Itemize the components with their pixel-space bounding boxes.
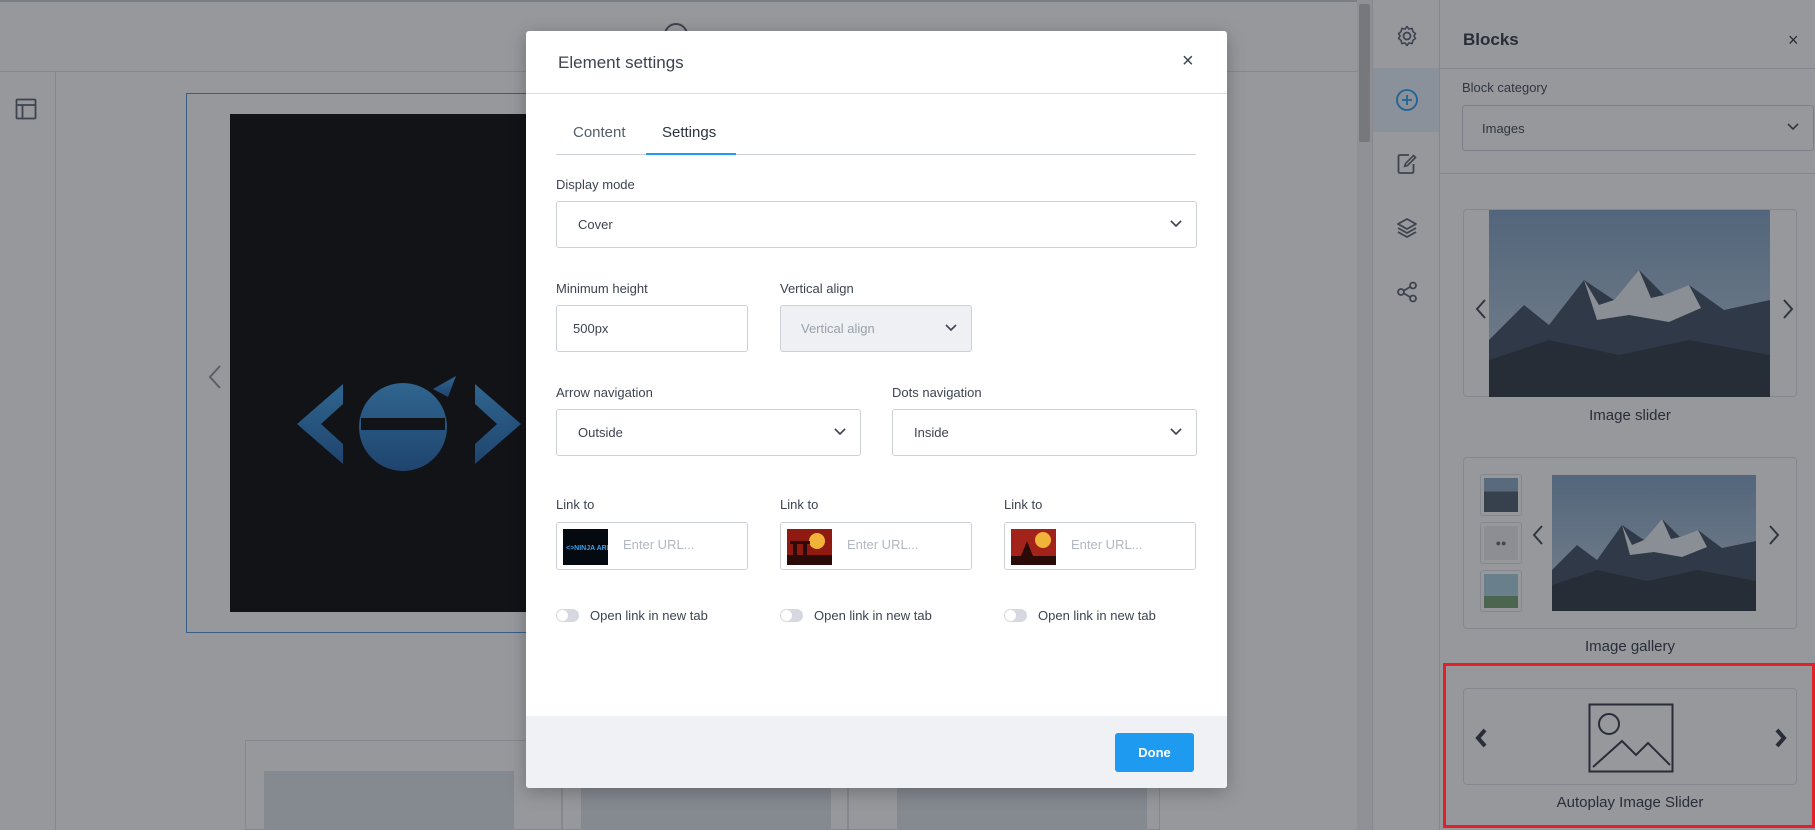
min-height-value: 500px [573,321,609,336]
url-placeholder: Enter URL... [623,537,695,552]
svg-text:<>NINJA ARM: <>NINJA ARM [566,545,608,552]
open-new-tab-label: Open link in new tab [590,608,708,623]
min-height-input[interactable]: 500px [556,305,748,352]
display-mode-label: Display mode [556,177,635,192]
chevron-down-icon [834,427,846,436]
highlight-box [1443,663,1815,828]
url-placeholder: Enter URL... [847,537,919,552]
vertical-align-select[interactable]: Vertical align [780,305,972,352]
chevron-down-icon [1170,219,1182,228]
link-url-input[interactable]: <>NINJA ARM Enter URL... [556,522,748,570]
modal-close-button[interactable]: × [1182,51,1194,71]
tab-content[interactable]: Content [573,124,626,141]
arrow-navigation-value: Outside [578,425,623,440]
chevron-down-icon [1170,427,1182,436]
display-mode-value: Cover [578,217,613,232]
divider [526,93,1227,94]
arrow-navigation-label: Arrow navigation [556,385,653,400]
display-mode-select[interactable]: Cover [556,201,1197,248]
link-to-label: Link to [556,497,595,512]
open-new-tab-label: Open link in new tab [1038,608,1156,623]
slide-thumbnail [787,529,832,565]
tab-settings[interactable]: Settings [662,124,716,141]
min-height-label: Minimum height [556,281,648,296]
done-button[interactable]: Done [1115,733,1194,772]
dots-navigation-select[interactable]: Inside [892,409,1197,456]
url-placeholder: Enter URL... [1071,537,1143,552]
link-url-input[interactable]: Enter URL... [1004,522,1196,570]
link-url-input[interactable]: Enter URL... [780,522,972,570]
vertical-align-label: Vertical align [780,281,854,296]
modal-title: Element settings [558,53,684,72]
open-new-tab-label: Open link in new tab [814,608,932,623]
element-settings-modal: Element settings × Content Settings Disp… [526,31,1227,788]
open-new-tab-toggle[interactable] [556,609,579,622]
slide-thumbnail [1011,529,1056,565]
chevron-down-icon [945,323,957,332]
dots-navigation-value: Inside [914,425,949,440]
link-to-label: Link to [1004,497,1043,512]
link-to-label: Link to [780,497,819,512]
active-tab-indicator [646,153,736,155]
arrow-navigation-select[interactable]: Outside [556,409,861,456]
dots-navigation-label: Dots navigation [892,385,982,400]
open-new-tab-toggle[interactable] [780,609,803,622]
open-new-tab-toggle[interactable] [1004,609,1027,622]
slide-thumbnail: <>NINJA ARM [563,529,608,565]
vertical-align-placeholder: Vertical align [801,321,875,336]
